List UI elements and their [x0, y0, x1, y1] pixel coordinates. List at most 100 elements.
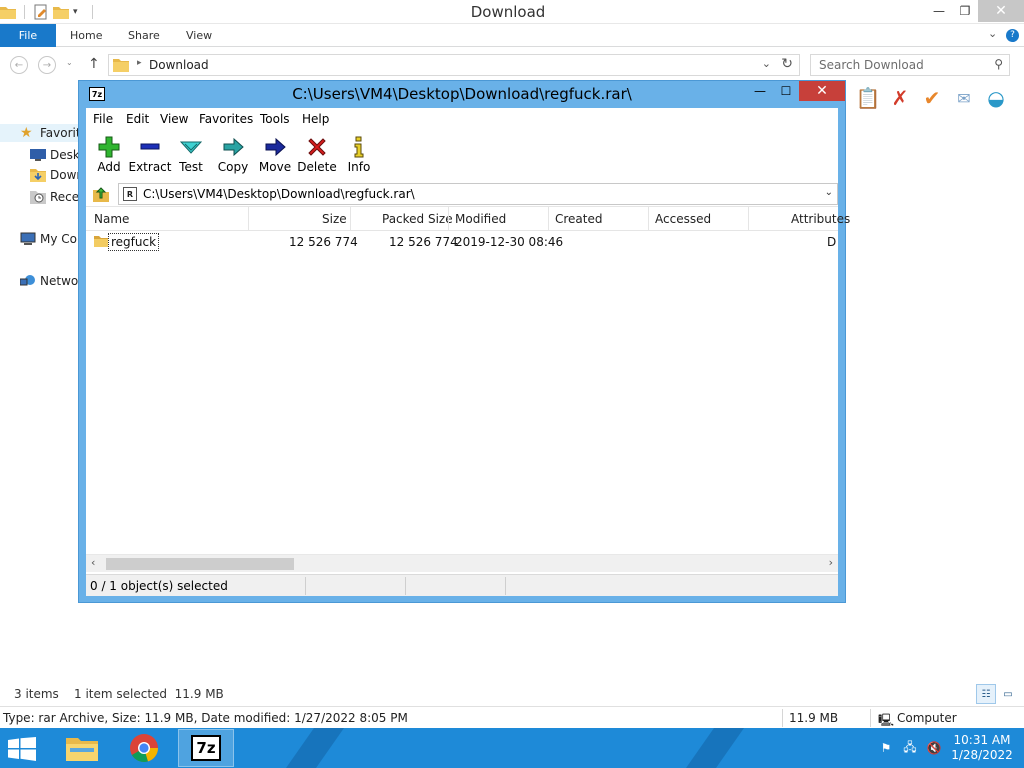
- breadcrumb[interactable]: Download: [149, 58, 209, 72]
- column-name[interactable]: Name: [94, 212, 129, 226]
- path-combobox[interactable]: R C:\Users\VM4\Desktop\Download\regfuck.…: [118, 183, 838, 205]
- nav-downloads[interactable]: Downloads: [30, 166, 80, 184]
- taskbar-7zip[interactable]: 7z: [178, 729, 234, 767]
- nav-label: Desktop: [50, 148, 80, 162]
- breadcrumb-arrow-icon[interactable]: ▸: [137, 58, 142, 68]
- menu-help[interactable]: Help: [302, 112, 329, 126]
- tab-file[interactable]: File: [0, 24, 56, 47]
- recent-dropdown-icon[interactable]: ⌄: [66, 58, 73, 67]
- archive-icon: R: [123, 187, 137, 201]
- column-packed-size[interactable]: Packed Size: [382, 212, 453, 226]
- tab-view[interactable]: View: [186, 29, 212, 42]
- taskbar-decoration: [678, 728, 752, 768]
- up-folder-icon[interactable]: [92, 185, 110, 203]
- divider[interactable]: [448, 207, 449, 231]
- clock-date: 1/28/2022: [951, 748, 1013, 762]
- windows-start-icon[interactable]: [8, 737, 36, 761]
- details-view-icon[interactable]: ☷: [976, 684, 996, 704]
- shell-icon[interactable]: ◒: [984, 86, 1008, 110]
- column-size[interactable]: Size: [322, 212, 347, 226]
- divider[interactable]: [248, 207, 249, 231]
- delete-button[interactable]: Delete: [294, 132, 340, 178]
- test-button[interactable]: Test: [168, 132, 214, 178]
- action-center-flag-icon[interactable]: ⚑: [878, 740, 894, 756]
- menu-edit[interactable]: Edit: [126, 112, 149, 126]
- search-input[interactable]: Search Download ⚲: [810, 54, 1010, 76]
- tab-share[interactable]: Share: [128, 29, 160, 42]
- divider[interactable]: [648, 207, 649, 231]
- downloads-folder-icon: [30, 169, 46, 182]
- taskbar: 7z ⚑ 🖧 🔇 10:31 AM 1/28/2022: [0, 728, 1024, 768]
- nav-network[interactable]: Network: [20, 272, 80, 290]
- horizontal-scrollbar[interactable]: ‹ ›: [86, 554, 838, 572]
- nav-desktop[interactable]: Desktop: [30, 146, 80, 164]
- clock[interactable]: 10:31 AM 1/28/2022: [950, 733, 1014, 763]
- move-button[interactable]: Move: [252, 132, 298, 178]
- address-dropdown-icon[interactable]: ⌄: [762, 57, 771, 70]
- minimize-icon[interactable]: —: [747, 81, 773, 101]
- divider[interactable]: [748, 207, 749, 231]
- row-name[interactable]: regfuck: [108, 233, 160, 251]
- column-attributes[interactable]: Attributes: [791, 212, 850, 226]
- column-created[interactable]: Created: [555, 212, 603, 226]
- scroll-thumb[interactable]: [106, 558, 294, 570]
- table-row[interactable]: regfuck 12 526 774 12 526 774 2019-12-30…: [86, 233, 838, 251]
- column-accessed[interactable]: Accessed: [655, 212, 711, 226]
- divider[interactable]: [350, 207, 351, 231]
- search-icon[interactable]: ⚲: [994, 57, 1003, 71]
- copy-button[interactable]: Copy: [210, 132, 256, 178]
- address-bar[interactable]: ▸ Download ⌄ ↻: [108, 54, 800, 76]
- close-icon[interactable]: ✕: [978, 0, 1024, 22]
- view-toggle: ☷ ▭: [976, 684, 1018, 704]
- network-icon[interactable]: 🖧: [902, 740, 918, 756]
- help-icon[interactable]: ?: [1006, 29, 1019, 42]
- maximize-icon[interactable]: ☐: [773, 81, 799, 101]
- taskbar-file-explorer[interactable]: [57, 729, 107, 767]
- scroll-right-icon[interactable]: ›: [829, 556, 833, 569]
- menu-view[interactable]: View: [160, 112, 188, 126]
- explorer-status-bar: 3 items 1 item selected 11.9 MB ☷ ▭: [0, 684, 1024, 704]
- row-packed-size: 12 526 774: [389, 235, 458, 249]
- checkmark-icon[interactable]: ✔: [920, 86, 944, 110]
- sevenzip-menu-bar: File Edit View Favorites Tools Help: [86, 108, 838, 130]
- nav-favorites[interactable]: ★ Favorites: [0, 124, 80, 142]
- up-arrow-icon[interactable]: ↑: [88, 56, 100, 72]
- minimize-icon[interactable]: —: [926, 0, 952, 22]
- taskbar-chrome[interactable]: [119, 729, 169, 767]
- info-label: Info: [347, 160, 371, 174]
- ribbon-expand-icon[interactable]: ⌄: [988, 27, 997, 40]
- clipboard-icon[interactable]: 📋: [856, 86, 881, 110]
- divider: [305, 577, 306, 595]
- system-tray: ⚑ 🖧 🔇 10:31 AM 1/28/2022: [878, 728, 1014, 768]
- menu-file[interactable]: File: [93, 112, 113, 126]
- tab-home[interactable]: Home: [70, 29, 102, 42]
- column-modified[interactable]: Modified: [455, 212, 506, 226]
- extract-label: Extract: [128, 160, 172, 174]
- nav-my-computer[interactable]: My Computer: [20, 230, 80, 248]
- delete-label: Delete: [297, 160, 337, 174]
- add-button[interactable]: Add: [86, 132, 132, 178]
- forward-icon[interactable]: →: [38, 56, 56, 74]
- scroll-left-icon[interactable]: ‹: [91, 556, 95, 569]
- nav-recent-places[interactable]: Recent places: [30, 188, 80, 206]
- back-icon[interactable]: ←: [10, 56, 28, 74]
- location-info: Computer: [897, 711, 957, 725]
- divider: [505, 577, 506, 595]
- delete-x-icon[interactable]: ✗: [888, 86, 912, 110]
- path-dropdown-icon[interactable]: ⌄: [825, 187, 833, 198]
- close-icon[interactable]: ✕: [799, 81, 845, 101]
- info-icon: [354, 136, 364, 158]
- info-button[interactable]: Info: [336, 132, 382, 178]
- menu-favorites[interactable]: Favorites: [199, 112, 253, 126]
- refresh-icon[interactable]: ↻: [781, 56, 793, 72]
- divider[interactable]: [548, 207, 549, 231]
- envelope-icon[interactable]: ✉: [952, 86, 976, 110]
- divider: [870, 709, 871, 727]
- extract-button[interactable]: Extract: [127, 132, 173, 178]
- sevenzip-title: C:\Users\VM4\Desktop\Download\regfuck.ra…: [292, 85, 632, 103]
- volume-muted-icon[interactable]: 🔇: [926, 740, 942, 756]
- large-icons-view-icon[interactable]: ▭: [998, 684, 1018, 704]
- restore-icon[interactable]: ❐: [952, 0, 978, 22]
- menu-tools[interactable]: Tools: [260, 112, 290, 126]
- ribbon-tabs: File Home Share View ⌄ ?: [0, 24, 1024, 47]
